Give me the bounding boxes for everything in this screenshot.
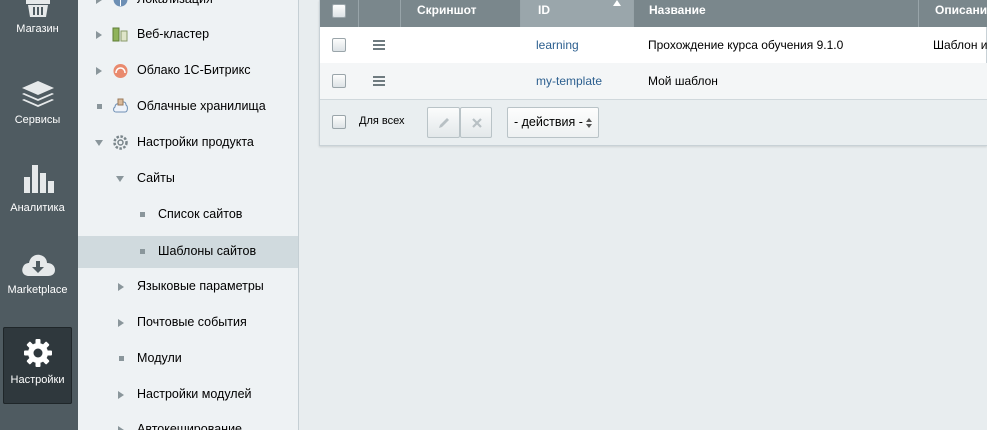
- menu-item-label: Настройки продукта: [137, 135, 254, 149]
- rail-item-settings[interactable]: Настройки: [3, 327, 72, 404]
- close-icon: [472, 118, 482, 128]
- cloud-download-icon: [21, 254, 55, 276]
- rail-item-services[interactable]: Сервисы: [3, 80, 72, 130]
- edit-button[interactable]: [427, 107, 460, 138]
- expand-arrow-icon[interactable]: [118, 391, 124, 399]
- expand-arrow-icon[interactable]: [96, 0, 102, 4]
- menu-item-label: Сайты: [137, 171, 175, 185]
- row-checkbox[interactable]: [332, 74, 346, 88]
- menu-item-label: Облачные хранилища: [137, 99, 266, 113]
- template-description: Шаблон и: [933, 38, 987, 52]
- column-label: Описани: [935, 3, 987, 17]
- select-all-checkbox[interactable]: [332, 4, 346, 18]
- template-name: Мой шаблон: [648, 74, 718, 88]
- expand-arrow-icon[interactable]: [118, 283, 124, 291]
- menu-item-label: Шаблоны сайтов: [158, 244, 257, 258]
- sort-ascending-icon: [613, 0, 621, 6]
- rail-item-shop[interactable]: Магазин: [3, 0, 72, 46]
- menu-item-modules[interactable]: Модули: [78, 343, 298, 374]
- menu-item-label: Почтовые события: [137, 315, 247, 329]
- menu-item-autocache[interactable]: Автокеширование: [78, 414, 298, 430]
- bullet-icon: [140, 212, 145, 217]
- select-arrows-icon: [586, 118, 592, 128]
- column-label: ID: [538, 3, 550, 17]
- bullet-icon: [119, 356, 124, 361]
- gear-icon: [23, 339, 52, 367]
- rail-item-marketplace[interactable]: Marketplace: [3, 252, 72, 302]
- collapse-arrow-icon[interactable]: [95, 140, 103, 146]
- menu-item-label: Список сайтов: [158, 207, 243, 221]
- column-description[interactable]: Описани: [919, 0, 987, 27]
- globe-icon: [113, 0, 128, 7]
- delete-button[interactable]: [460, 107, 492, 138]
- layers-icon: [21, 81, 54, 107]
- table-row[interactable]: learning Прохождение курса обучения 9.1.…: [320, 27, 987, 63]
- menu-item-language-settings[interactable]: Языковые параметры: [78, 271, 298, 302]
- rail-label: Настройки: [10, 374, 65, 386]
- bullet-icon: [140, 249, 145, 254]
- actions-select[interactable]: - действия -: [507, 107, 599, 138]
- template-id-link[interactable]: my-template: [536, 63, 602, 99]
- collapse-arrow-icon[interactable]: [116, 176, 124, 182]
- header-actions-col: [359, 0, 401, 27]
- actions-select-value: - действия -: [514, 115, 583, 129]
- pencil-icon: [439, 118, 449, 128]
- menu-item-localization[interactable]: Локализация: [78, 0, 298, 15]
- main-content: Скриншот ID Название Описани learning Пр…: [299, 0, 987, 430]
- admin-left-rail: Магазин Сервисы Аналитика Marketplace На…: [0, 0, 78, 430]
- menu-item-label: Модули: [137, 351, 182, 365]
- column-label: Скриншот: [417, 3, 477, 17]
- header-select-all: [320, 0, 359, 27]
- templates-grid: Скриншот ID Название Описани learning Пр…: [319, 0, 987, 146]
- cloud-storage-icon: [113, 98, 128, 113]
- menu-item-module-settings[interactable]: Настройки модулей: [78, 379, 298, 410]
- expand-arrow-icon[interactable]: [96, 67, 102, 75]
- grid-header: Скриншот ID Название Описани: [320, 0, 987, 27]
- menu-item-label: Настройки модулей: [137, 387, 252, 401]
- menu-item-product-settings[interactable]: Настройки продукта: [78, 127, 298, 158]
- bitrix-cloud-icon: [113, 64, 128, 78]
- menu-item-bitrix-cloud[interactable]: Облако 1С-Битрикс: [78, 55, 298, 86]
- rail-label: Магазин: [16, 23, 59, 35]
- rail-label: Сервисы: [14, 114, 61, 126]
- menu-item-cloud-storage[interactable]: Облачные хранилища: [78, 91, 298, 122]
- menu-item-sites[interactable]: Сайты: [78, 163, 298, 194]
- admin-menu-tree: Локализация Веб-кластер Облако 1С-Битрик…: [78, 0, 299, 430]
- for-all-checkbox[interactable]: [332, 115, 346, 129]
- bar-chart-icon: [23, 165, 54, 193]
- grid-footer: Для всех - действия -: [320, 99, 987, 145]
- rail-label: Marketplace: [7, 284, 68, 296]
- basket-icon: [25, 0, 50, 17]
- menu-item-label: Языковые параметры: [137, 279, 264, 293]
- server-cluster-icon: [112, 27, 128, 42]
- menu-item-site-list[interactable]: Список сайтов: [78, 199, 298, 230]
- expand-arrow-icon[interactable]: [118, 319, 124, 327]
- row-menu-icon[interactable]: [373, 40, 385, 50]
- column-screenshot[interactable]: Скриншот: [401, 0, 521, 27]
- row-checkbox[interactable]: [332, 38, 346, 52]
- settings-gear-icon: [113, 135, 128, 150]
- expand-arrow-icon[interactable]: [118, 426, 124, 430]
- column-name[interactable]: Название: [634, 0, 919, 27]
- bullet-icon: [97, 104, 102, 109]
- menu-item-mail-events[interactable]: Почтовые события: [78, 307, 298, 338]
- expand-arrow-icon[interactable]: [96, 31, 102, 39]
- column-label: Название: [649, 3, 706, 17]
- template-id-link[interactable]: learning: [536, 27, 579, 63]
- menu-item-label: Облако 1С-Битрикс: [137, 63, 251, 77]
- rail-label: Аналитика: [10, 202, 65, 214]
- rail-item-analytics[interactable]: Аналитика: [3, 163, 72, 218]
- table-row[interactable]: my-template Мой шаблон: [320, 63, 987, 99]
- menu-item-site-templates[interactable]: Шаблоны сайтов: [78, 236, 298, 268]
- template-name: Прохождение курса обучения 9.1.0: [648, 38, 844, 52]
- for-all-label: Для всех: [359, 115, 405, 127]
- menu-item-label: Автокеширование: [137, 422, 243, 430]
- menu-item-label: Локализация: [137, 0, 213, 15]
- column-id[interactable]: ID: [521, 0, 634, 27]
- row-menu-icon[interactable]: [373, 76, 385, 86]
- menu-item-label: Веб-кластер: [137, 27, 210, 41]
- menu-item-web-cluster[interactable]: Веб-кластер: [78, 19, 298, 50]
